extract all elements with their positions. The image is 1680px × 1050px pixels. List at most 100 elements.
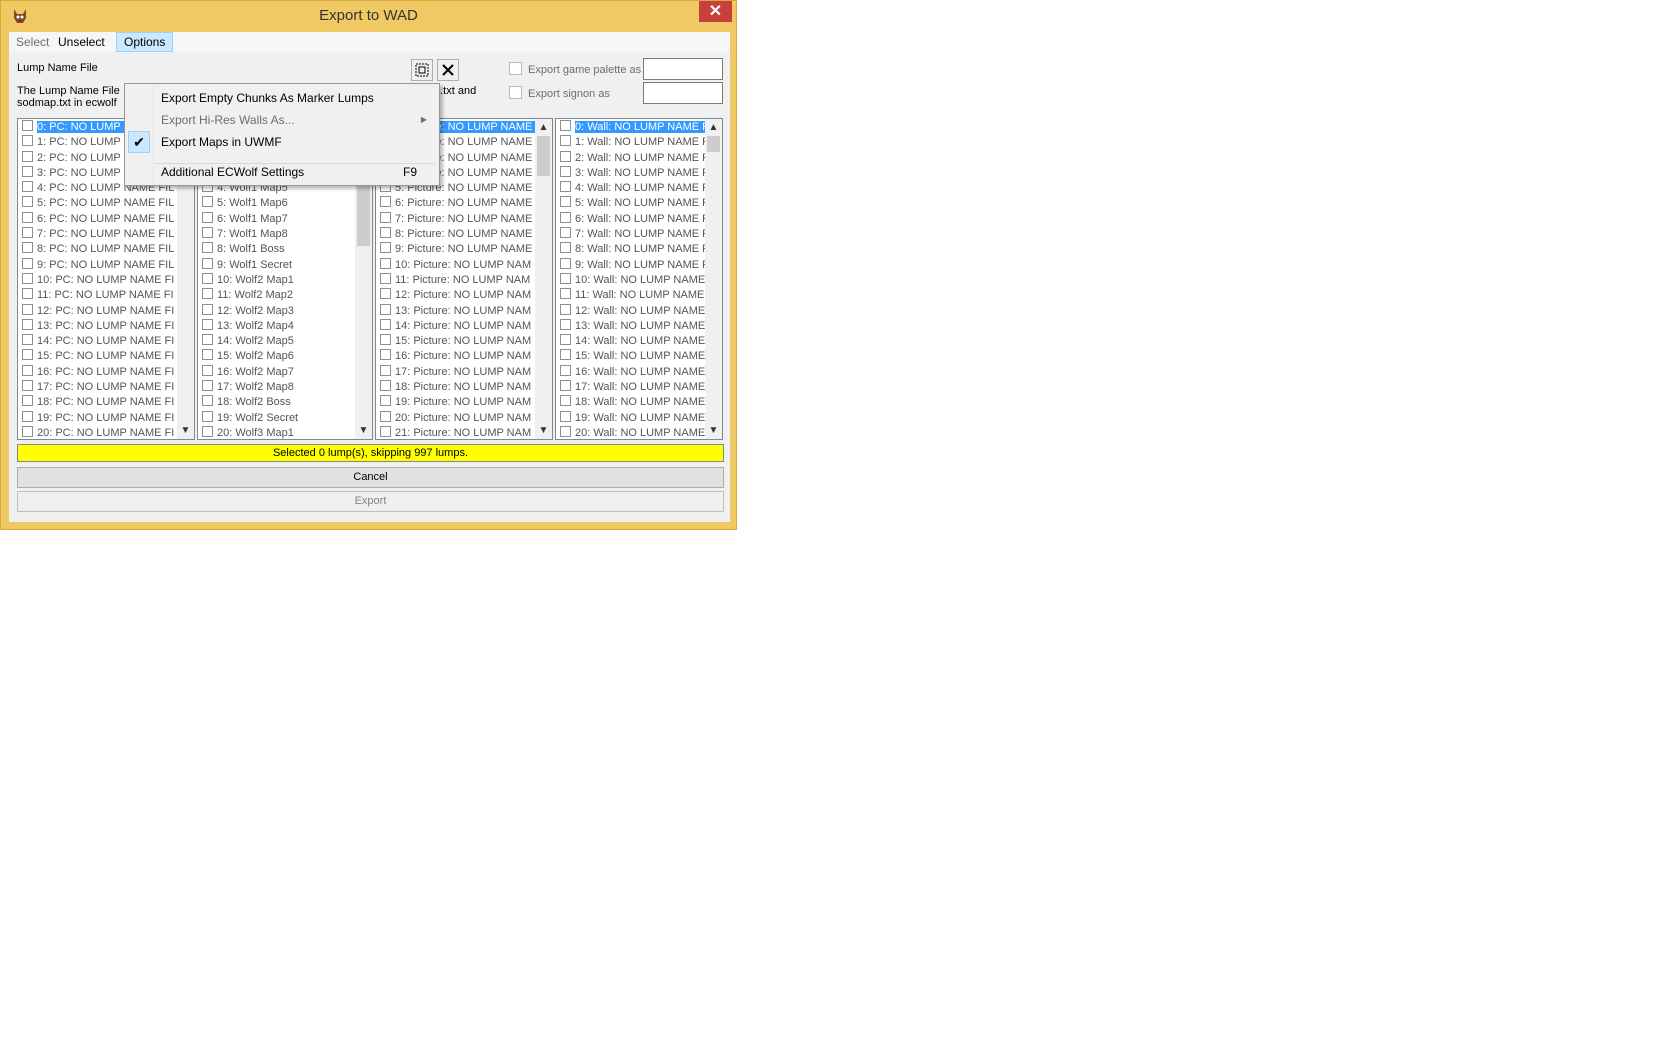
- list-item-checkbox[interactable]: [560, 318, 571, 330]
- list-item-checkbox[interactable]: [22, 242, 33, 254]
- title-bar[interactable]: Export to WAD ✕: [1, 1, 736, 31]
- list-item-checkbox[interactable]: [202, 242, 213, 254]
- list-item[interactable]: 3: Wall: NO LUMP NAME F: [557, 165, 705, 181]
- list-item-checkbox[interactable]: [22, 364, 33, 376]
- list-item-checkbox[interactable]: [380, 257, 391, 269]
- list-item[interactable]: 19: Wall: NO LUMP NAME: [557, 410, 705, 426]
- export-palette-checkbox[interactable]: [509, 62, 522, 75]
- export-palette-field[interactable]: [643, 58, 723, 80]
- list-item[interactable]: 7: Wall: NO LUMP NAME F: [557, 227, 705, 242]
- list-item[interactable]: 18: Wall: NO LUMP NAME: [557, 395, 705, 410]
- list-item-checkbox[interactable]: [560, 242, 571, 254]
- list-item[interactable]: 19: Wolf2 Secret: [199, 410, 355, 426]
- list-item-checkbox[interactable]: [380, 349, 391, 361]
- list-item[interactable]: 0: Wall: NO LUMP NAME F: [557, 120, 705, 135]
- list-item-checkbox[interactable]: [380, 272, 391, 284]
- menu-select[interactable]: Select: [9, 32, 56, 52]
- walls-list[interactable]: 0: Wall: NO LUMP NAME F 1: Wall: NO LUMP …: [555, 118, 723, 440]
- list-item[interactable]: 8: Wall: NO LUMP NAME F: [557, 242, 705, 257]
- list-item-checkbox[interactable]: [380, 425, 391, 437]
- list-item-checkbox[interactable]: [560, 410, 571, 422]
- list-item-checkbox[interactable]: [202, 211, 213, 223]
- list-item[interactable]: 12: Picture: NO LUMP NAM: [377, 288, 535, 303]
- list-item[interactable]: 17: PC: NO LUMP NAME FI: [19, 380, 177, 395]
- list-item-checkbox[interactable]: [22, 257, 33, 269]
- list-item[interactable]: 14: PC: NO LUMP NAME FI: [19, 334, 177, 349]
- list-item[interactable]: 11: Picture: NO LUMP NAM: [377, 272, 535, 288]
- list-item-checkbox[interactable]: [202, 196, 213, 208]
- list-item-checkbox[interactable]: [560, 196, 571, 208]
- list-item-checkbox[interactable]: [202, 227, 213, 239]
- menu-export-hires-walls[interactable]: Export Hi-Res Walls As... ▶: [127, 109, 437, 131]
- select-all-button[interactable]: [411, 59, 433, 81]
- list-item[interactable]: 11: Wolf2 Map2: [199, 288, 355, 303]
- list-item[interactable]: 14: Wolf2 Map5: [199, 334, 355, 349]
- list-item[interactable]: 10: Wolf2 Map1: [199, 272, 355, 288]
- menu-additional-ecwolf-settings[interactable]: Additional ECWolf Settings F9: [127, 161, 437, 183]
- list-item[interactable]: 13: Wall: NO LUMP NAME: [557, 318, 705, 334]
- list-item[interactable]: 15: PC: NO LUMP NAME FI: [19, 349, 177, 364]
- list-item[interactable]: 11: PC: NO LUMP NAME FI: [19, 288, 177, 303]
- list-item[interactable]: 10: PC: NO LUMP NAME FI: [19, 272, 177, 288]
- menu-unselect[interactable]: Unselect: [51, 32, 112, 52]
- list-item-checkbox[interactable]: [22, 211, 33, 223]
- list-item-checkbox[interactable]: [202, 410, 213, 422]
- list-item-checkbox[interactable]: [22, 425, 33, 437]
- list-item[interactable]: 16: Wall: NO LUMP NAME: [557, 364, 705, 380]
- clear-button[interactable]: [437, 59, 459, 81]
- scroll-thumb[interactable]: [707, 136, 720, 152]
- list-item[interactable]: 19: Picture: NO LUMP NAM: [377, 395, 535, 410]
- list-item[interactable]: 7: Picture: NO LUMP NAME: [377, 211, 535, 227]
- list-item-checkbox[interactable]: [202, 349, 213, 361]
- list-item-checkbox[interactable]: [202, 303, 213, 315]
- scroll-down-icon[interactable]: ▼: [177, 422, 194, 439]
- list-item-checkbox[interactable]: [560, 380, 571, 392]
- list-item[interactable]: 5: PC: NO LUMP NAME FIL: [19, 196, 177, 211]
- export-signon-option[interactable]: Export signon as: [509, 86, 610, 100]
- list-item[interactable]: 17: Wall: NO LUMP NAME: [557, 380, 705, 395]
- list-item[interactable]: 7: Wolf1 Map8: [199, 227, 355, 242]
- list-item-checkbox[interactable]: [22, 120, 33, 131]
- export-palette-option[interactable]: Export game palette as: [509, 62, 641, 76]
- list-item[interactable]: 12: Wolf2 Map3: [199, 303, 355, 319]
- list-item-checkbox[interactable]: [380, 410, 391, 422]
- list-item-checkbox[interactable]: [560, 272, 571, 284]
- list-item[interactable]: 1: Wall: NO LUMP NAME F: [557, 135, 705, 150]
- list-item-checkbox[interactable]: [22, 318, 33, 330]
- list-item[interactable]: 7: PC: NO LUMP NAME FIL: [19, 227, 177, 242]
- scroll-down-icon[interactable]: ▼: [705, 422, 722, 439]
- list-item[interactable]: 11: Wall: NO LUMP NAME: [557, 288, 705, 303]
- list-item[interactable]: 17: Picture: NO LUMP NAM: [377, 364, 535, 380]
- list-item[interactable]: 18: PC: NO LUMP NAME FI: [19, 395, 177, 410]
- list-item-checkbox[interactable]: [202, 334, 213, 346]
- list-item-checkbox[interactable]: [202, 257, 213, 269]
- list-item-checkbox[interactable]: [560, 211, 571, 223]
- list-item-checkbox[interactable]: [380, 334, 391, 346]
- list-item[interactable]: 20: PC: NO LUMP NAME FI: [19, 425, 177, 439]
- list-item[interactable]: 12: Wall: NO LUMP NAME: [557, 303, 705, 319]
- list-item[interactable]: 19: PC: NO LUMP NAME FI: [19, 410, 177, 426]
- list-item[interactable]: 14: Wall: NO LUMP NAME: [557, 334, 705, 349]
- list-item-checkbox[interactable]: [22, 196, 33, 208]
- cancel-button[interactable]: Cancel: [17, 467, 724, 488]
- list-item-checkbox[interactable]: [22, 150, 33, 162]
- list-item-checkbox[interactable]: [22, 334, 33, 346]
- list-item[interactable]: 13: Picture: NO LUMP NAM: [377, 303, 535, 319]
- list-item-checkbox[interactable]: [560, 395, 571, 407]
- list-item[interactable]: 16: PC: NO LUMP NAME FI: [19, 364, 177, 380]
- list-item-checkbox[interactable]: [560, 364, 571, 376]
- pictures-list-scrollbar[interactable]: ▲ ▼: [535, 119, 552, 439]
- list-item-checkbox[interactable]: [560, 334, 571, 346]
- list-item[interactable]: 8: Wolf1 Boss: [199, 242, 355, 257]
- list-item-checkbox[interactable]: [22, 395, 33, 407]
- menu-export-maps-uwmf[interactable]: ✔ Export Maps in UWMF: [127, 131, 437, 153]
- list-item-checkbox[interactable]: [380, 288, 391, 300]
- list-item[interactable]: 16: Picture: NO LUMP NAM: [377, 349, 535, 364]
- list-item-checkbox[interactable]: [380, 364, 391, 376]
- list-item-checkbox[interactable]: [380, 395, 391, 407]
- list-item-checkbox[interactable]: [22, 303, 33, 315]
- list-item-checkbox[interactable]: [560, 425, 571, 437]
- list-item-checkbox[interactable]: [560, 150, 571, 162]
- list-item-checkbox[interactable]: [202, 288, 213, 300]
- list-item-checkbox[interactable]: [380, 303, 391, 315]
